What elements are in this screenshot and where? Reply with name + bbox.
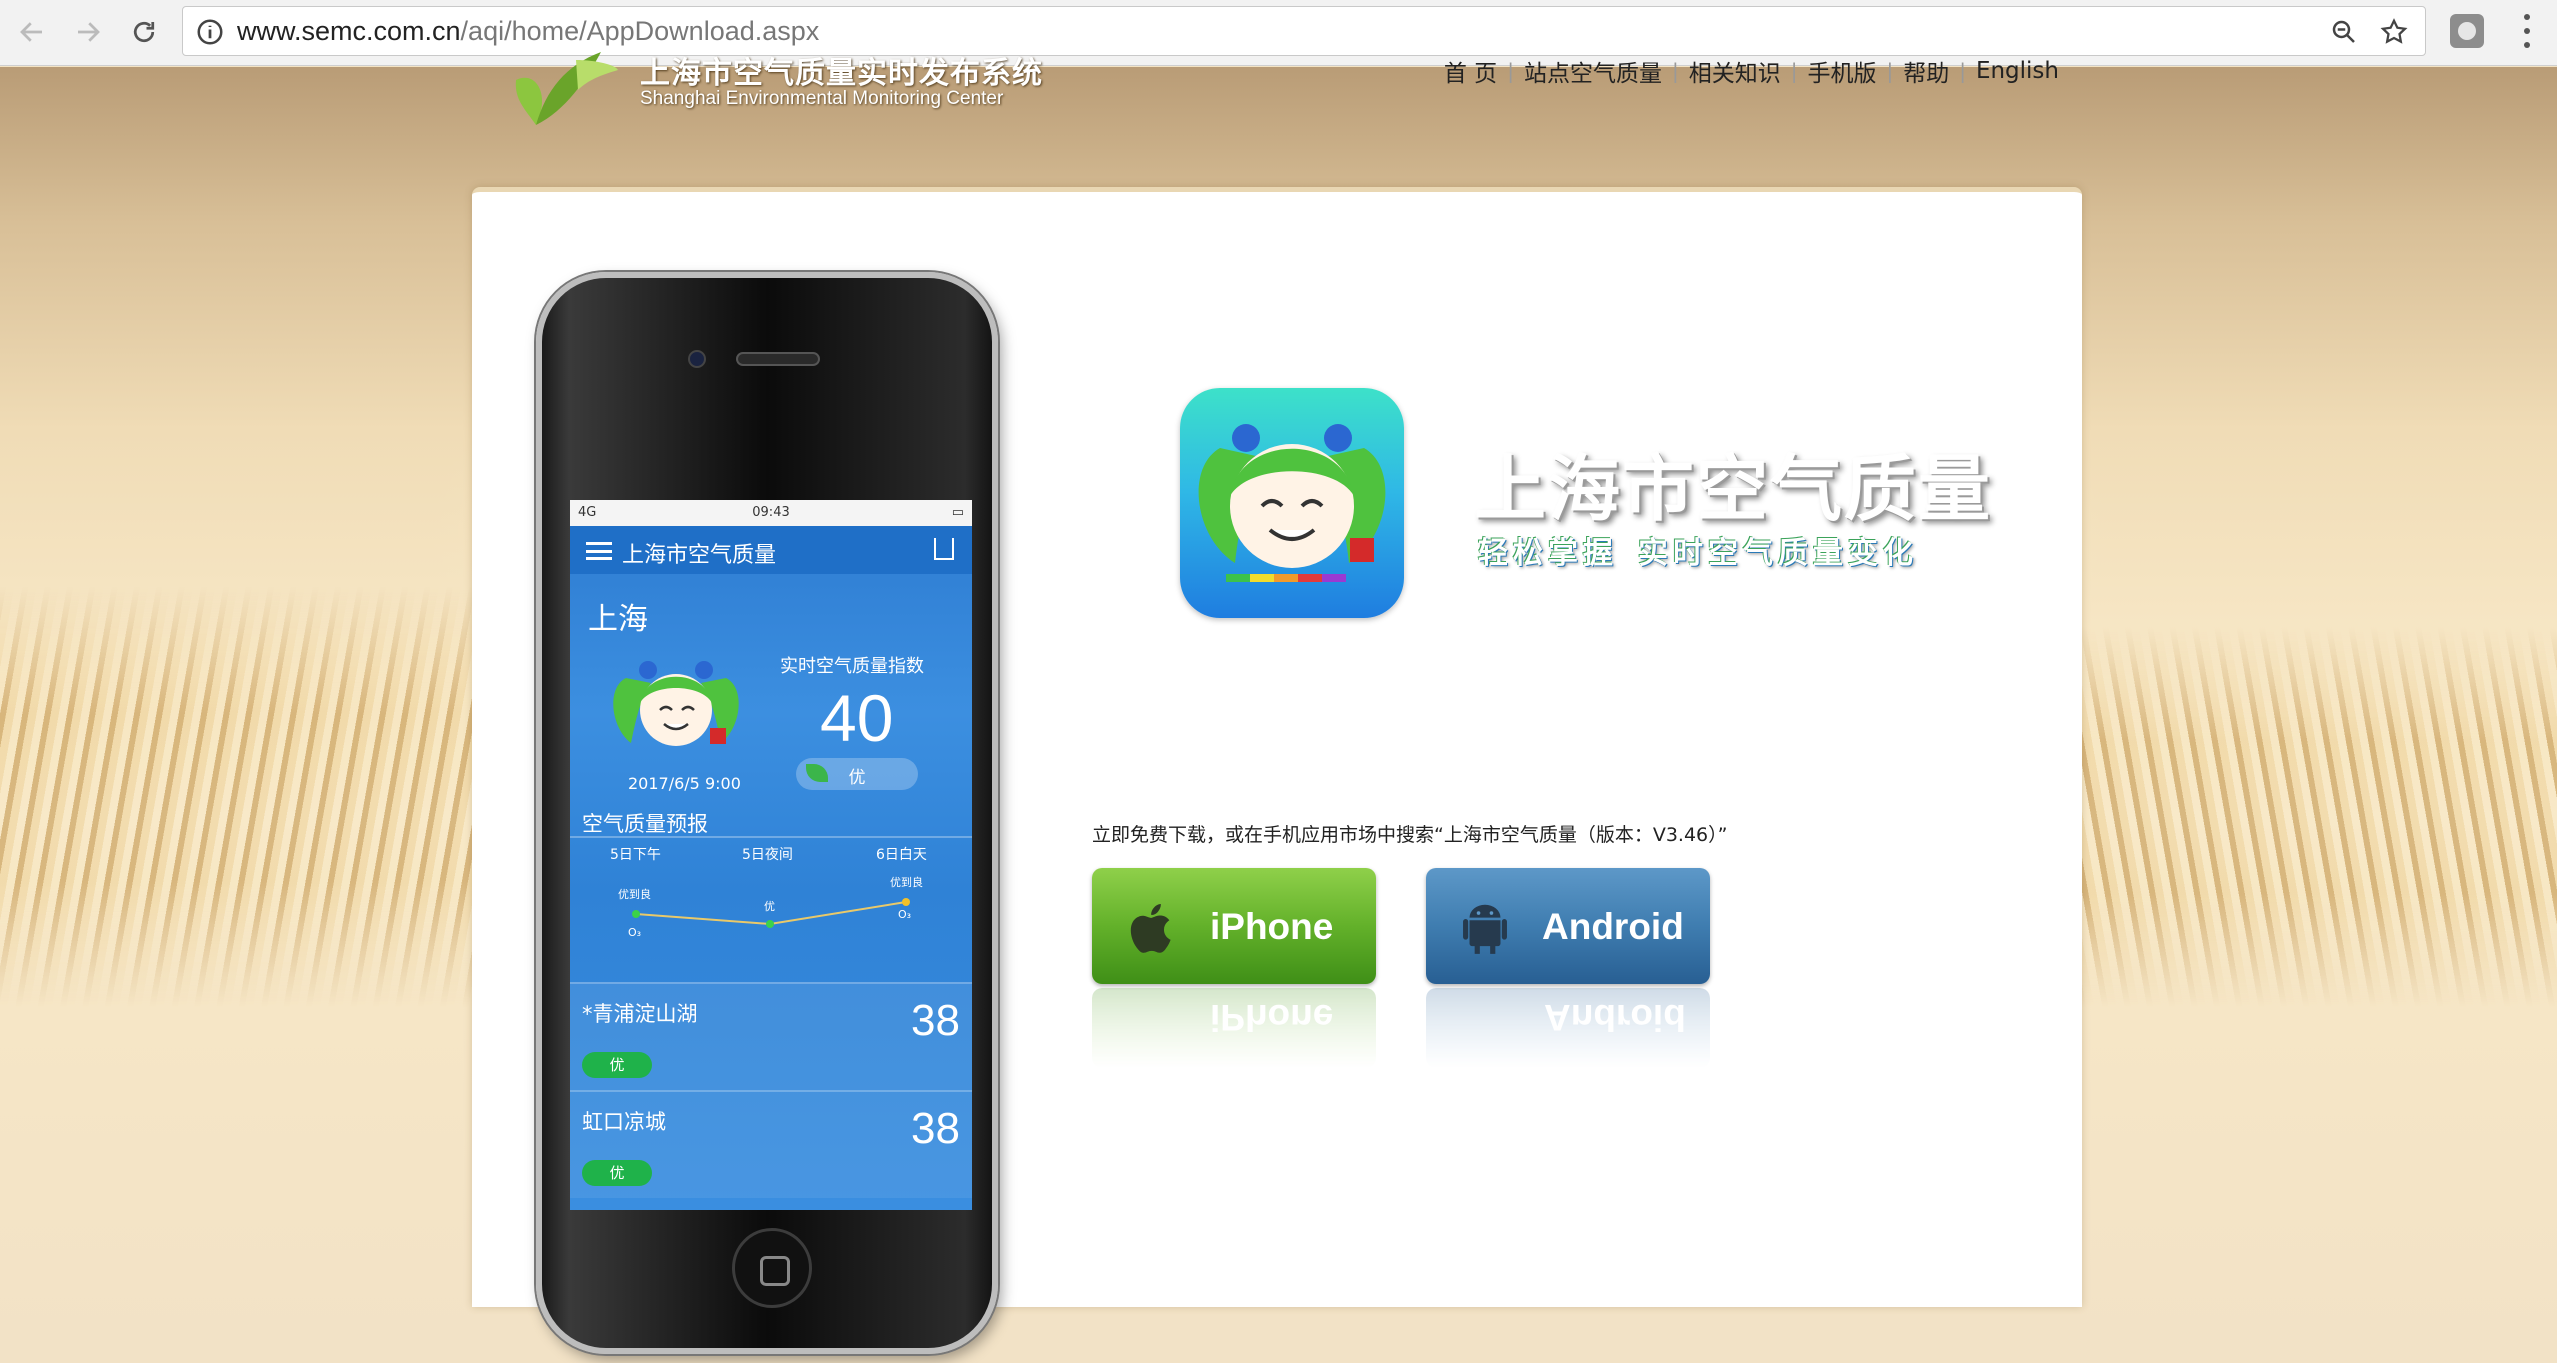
android-icon	[1463, 904, 1507, 954]
divider	[570, 836, 972, 838]
mascot-icon	[613, 661, 739, 746]
forecast-point	[902, 898, 910, 906]
station-level-badge: 优	[582, 1160, 652, 1186]
forecast-level: 优	[764, 900, 775, 913]
site-title[interactable]: 上海市空气质量实时发布系统	[640, 48, 1043, 92]
menu-icon	[586, 542, 612, 560]
nav-mobile[interactable]: 手机版	[1797, 54, 1886, 88]
station-row: 虹口凉城 38 优	[570, 1090, 972, 1198]
nav-separator: |	[1671, 59, 1679, 83]
forecast-pollutant: O₃	[628, 926, 641, 939]
mascot-icon	[1198, 424, 1386, 582]
apple-icon	[1130, 904, 1171, 953]
forecast-level: 优到良	[618, 887, 651, 901]
forecast-period: 6日白天	[876, 847, 927, 863]
phone-camera	[688, 350, 706, 368]
forecast-point	[632, 910, 640, 918]
forecast-level: 优到良	[890, 875, 923, 889]
forecast-period: 5日下午	[610, 847, 661, 863]
iphone-download-button[interactable]: iPhone	[1092, 868, 1376, 984]
wheat-field-right	[2080, 627, 2557, 1007]
station-row: *青浦淀山湖 38 优	[570, 982, 972, 1090]
phone-speaker	[736, 352, 820, 366]
aqi-value: 40	[820, 681, 894, 755]
phone-status-bar: 4G 09:43 ▭	[570, 500, 972, 526]
android-button-label: Android	[1542, 906, 1684, 947]
forecast-trend-chart: 优到良 优 优到良 O₃ O₃	[618, 875, 923, 939]
nav-separator: |	[1507, 59, 1514, 83]
browser-menu-icon[interactable]	[2522, 14, 2532, 48]
share-icon	[934, 538, 954, 560]
download-instructions: 立即免费下载，或在手机应用市场中搜索“上海市空气质量（版本：V3.46）”	[1092, 824, 1728, 846]
forward-button[interactable]	[68, 12, 108, 52]
android-reflection-label: Android	[1544, 997, 1686, 1038]
forecast-period: 5日夜间	[742, 847, 793, 863]
forward-arrow-icon	[78, 22, 100, 42]
forecast-title: 空气质量预报	[582, 812, 708, 836]
aqi-level-text: 优	[848, 768, 866, 788]
wheat-field-left	[0, 587, 480, 1007]
station-name: 虹口凉城	[582, 1110, 666, 1134]
iphone-button-reflection: iPhone	[1092, 988, 1376, 1068]
bookmark-star-icon[interactable]	[2379, 17, 2409, 47]
station-level-badge: 优	[582, 1052, 652, 1078]
nav-separator: |	[1886, 59, 1894, 83]
top-navigation: 首 页 | 站点空气质量 | 相关知识 | 手机版 | 帮助 | English	[1434, 54, 2069, 88]
nav-separator: |	[1790, 59, 1798, 83]
nav-separator: |	[1959, 59, 1966, 83]
info-icon[interactable]	[195, 17, 225, 47]
station-aqi: 38	[911, 996, 960, 1045]
android-button-reflection: Android	[1426, 988, 1710, 1068]
app-name-heading: 上海市空气质量	[1474, 447, 1993, 531]
forecast-point	[766, 920, 774, 928]
app-title-bar: 上海市空气质量	[570, 526, 972, 574]
nav-home[interactable]: 首 页	[1434, 54, 1507, 88]
reload-icon	[133, 21, 155, 43]
android-download-button[interactable]: Android	[1426, 868, 1710, 984]
aqi-timestamp: 2017/6/5 9:00	[628, 774, 741, 793]
app-icon	[1180, 388, 1404, 618]
nav-station-air-quality[interactable]: 站点空气质量	[1514, 54, 1672, 88]
zoom-icon[interactable]	[2329, 17, 2359, 47]
back-arrow-icon	[20, 22, 42, 42]
phone-home-button	[732, 1228, 812, 1308]
phone-clock: 09:43	[752, 505, 790, 520]
battery-icon: ▭	[951, 505, 964, 520]
reload-button[interactable]	[124, 12, 164, 52]
city-name: 上海	[588, 602, 648, 637]
phone-screen: 4G 09:43 ▭ 上海市空气质量 上海 实时空气质量指数 40 优 2017…	[570, 500, 972, 1210]
iphone-reflection-label: iPhone	[1210, 997, 1334, 1038]
station-aqi: 38	[911, 1104, 960, 1153]
aqi-level-badge: 优	[796, 758, 918, 790]
aqi-label: 实时空气质量指数	[780, 656, 924, 677]
app-bar-title: 上海市空气质量	[622, 543, 777, 568]
site-subtitle: Shanghai Environmental Monitoring Center	[640, 88, 1004, 109]
browser-toolbar: www.semc.com.cn/aqi/home/AppDownload.asp…	[0, 0, 2557, 66]
nav-help[interactable]: 帮助	[1893, 54, 1959, 88]
iphone-button-label: iPhone	[1210, 906, 1334, 947]
back-button[interactable]	[12, 12, 52, 52]
forecast-pollutant: O₃	[898, 908, 911, 921]
nav-english[interactable]: English	[1966, 58, 2069, 84]
site-logo-icon[interactable]	[506, 40, 622, 130]
nav-knowledge[interactable]: 相关知识	[1679, 54, 1791, 88]
extension-icon[interactable]	[2450, 14, 2484, 48]
station-name: *青浦淀山湖	[582, 1002, 698, 1026]
app-slogan: 轻松掌握 实时空气质量变化	[1478, 536, 1918, 571]
